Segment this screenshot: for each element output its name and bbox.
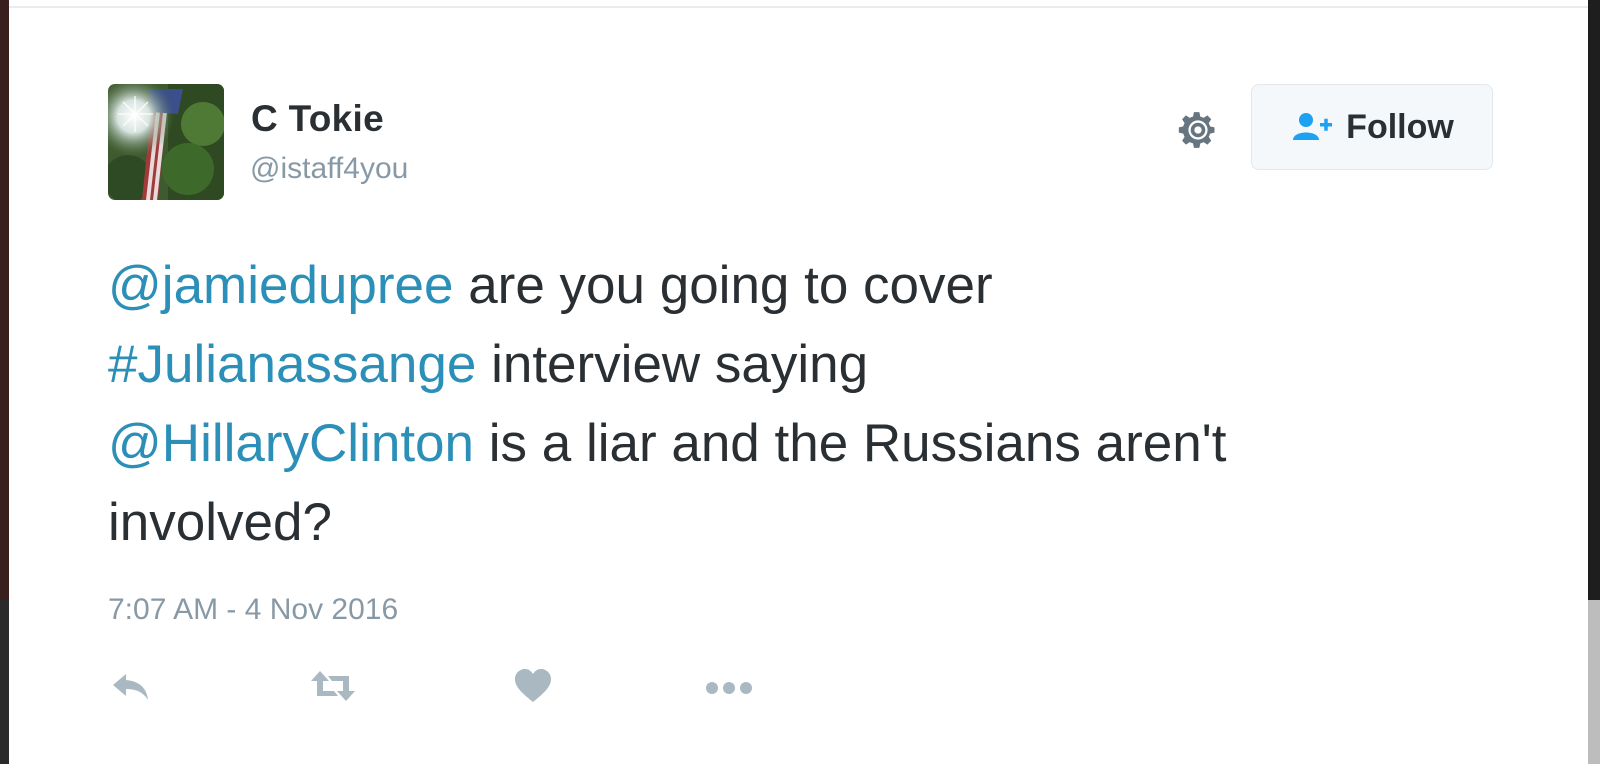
tweet-timestamp[interactable]: 7:07 AM - 4 Nov 2016 — [108, 593, 398, 627]
tweet-text-segment: are you going to cover — [453, 256, 993, 315]
more-icon[interactable] — [704, 680, 754, 701]
user-handle[interactable]: @istaff4you — [250, 152, 408, 186]
mention-link-jamiedupree[interactable]: @jamiedupree — [108, 256, 453, 315]
reply-icon[interactable] — [110, 668, 152, 709]
tweet-card: C Tokie @istaff4you Follow @jamiedupree … — [0, 0, 1600, 764]
tweet-text-segment: interview saying — [476, 335, 869, 394]
mention-link-hillaryclinton[interactable]: @HillaryClinton — [108, 414, 474, 473]
follow-user-icon — [1293, 113, 1333, 140]
retweet-icon[interactable] — [308, 668, 358, 709]
gear-icon[interactable] — [1175, 107, 1221, 153]
follow-button-label: Follow — [1346, 107, 1454, 146]
follow-button[interactable]: Follow — [1251, 84, 1493, 170]
tweet-text: @jamiedupree are you going to cover #Jul… — [108, 246, 1428, 562]
hashtag-link-julianassange[interactable]: #Julianassange — [108, 335, 476, 394]
display-name[interactable]: C Tokie — [251, 98, 384, 140]
heart-icon[interactable] — [513, 668, 553, 709]
avatar-image — [108, 84, 224, 200]
avatar[interactable] — [108, 84, 224, 200]
